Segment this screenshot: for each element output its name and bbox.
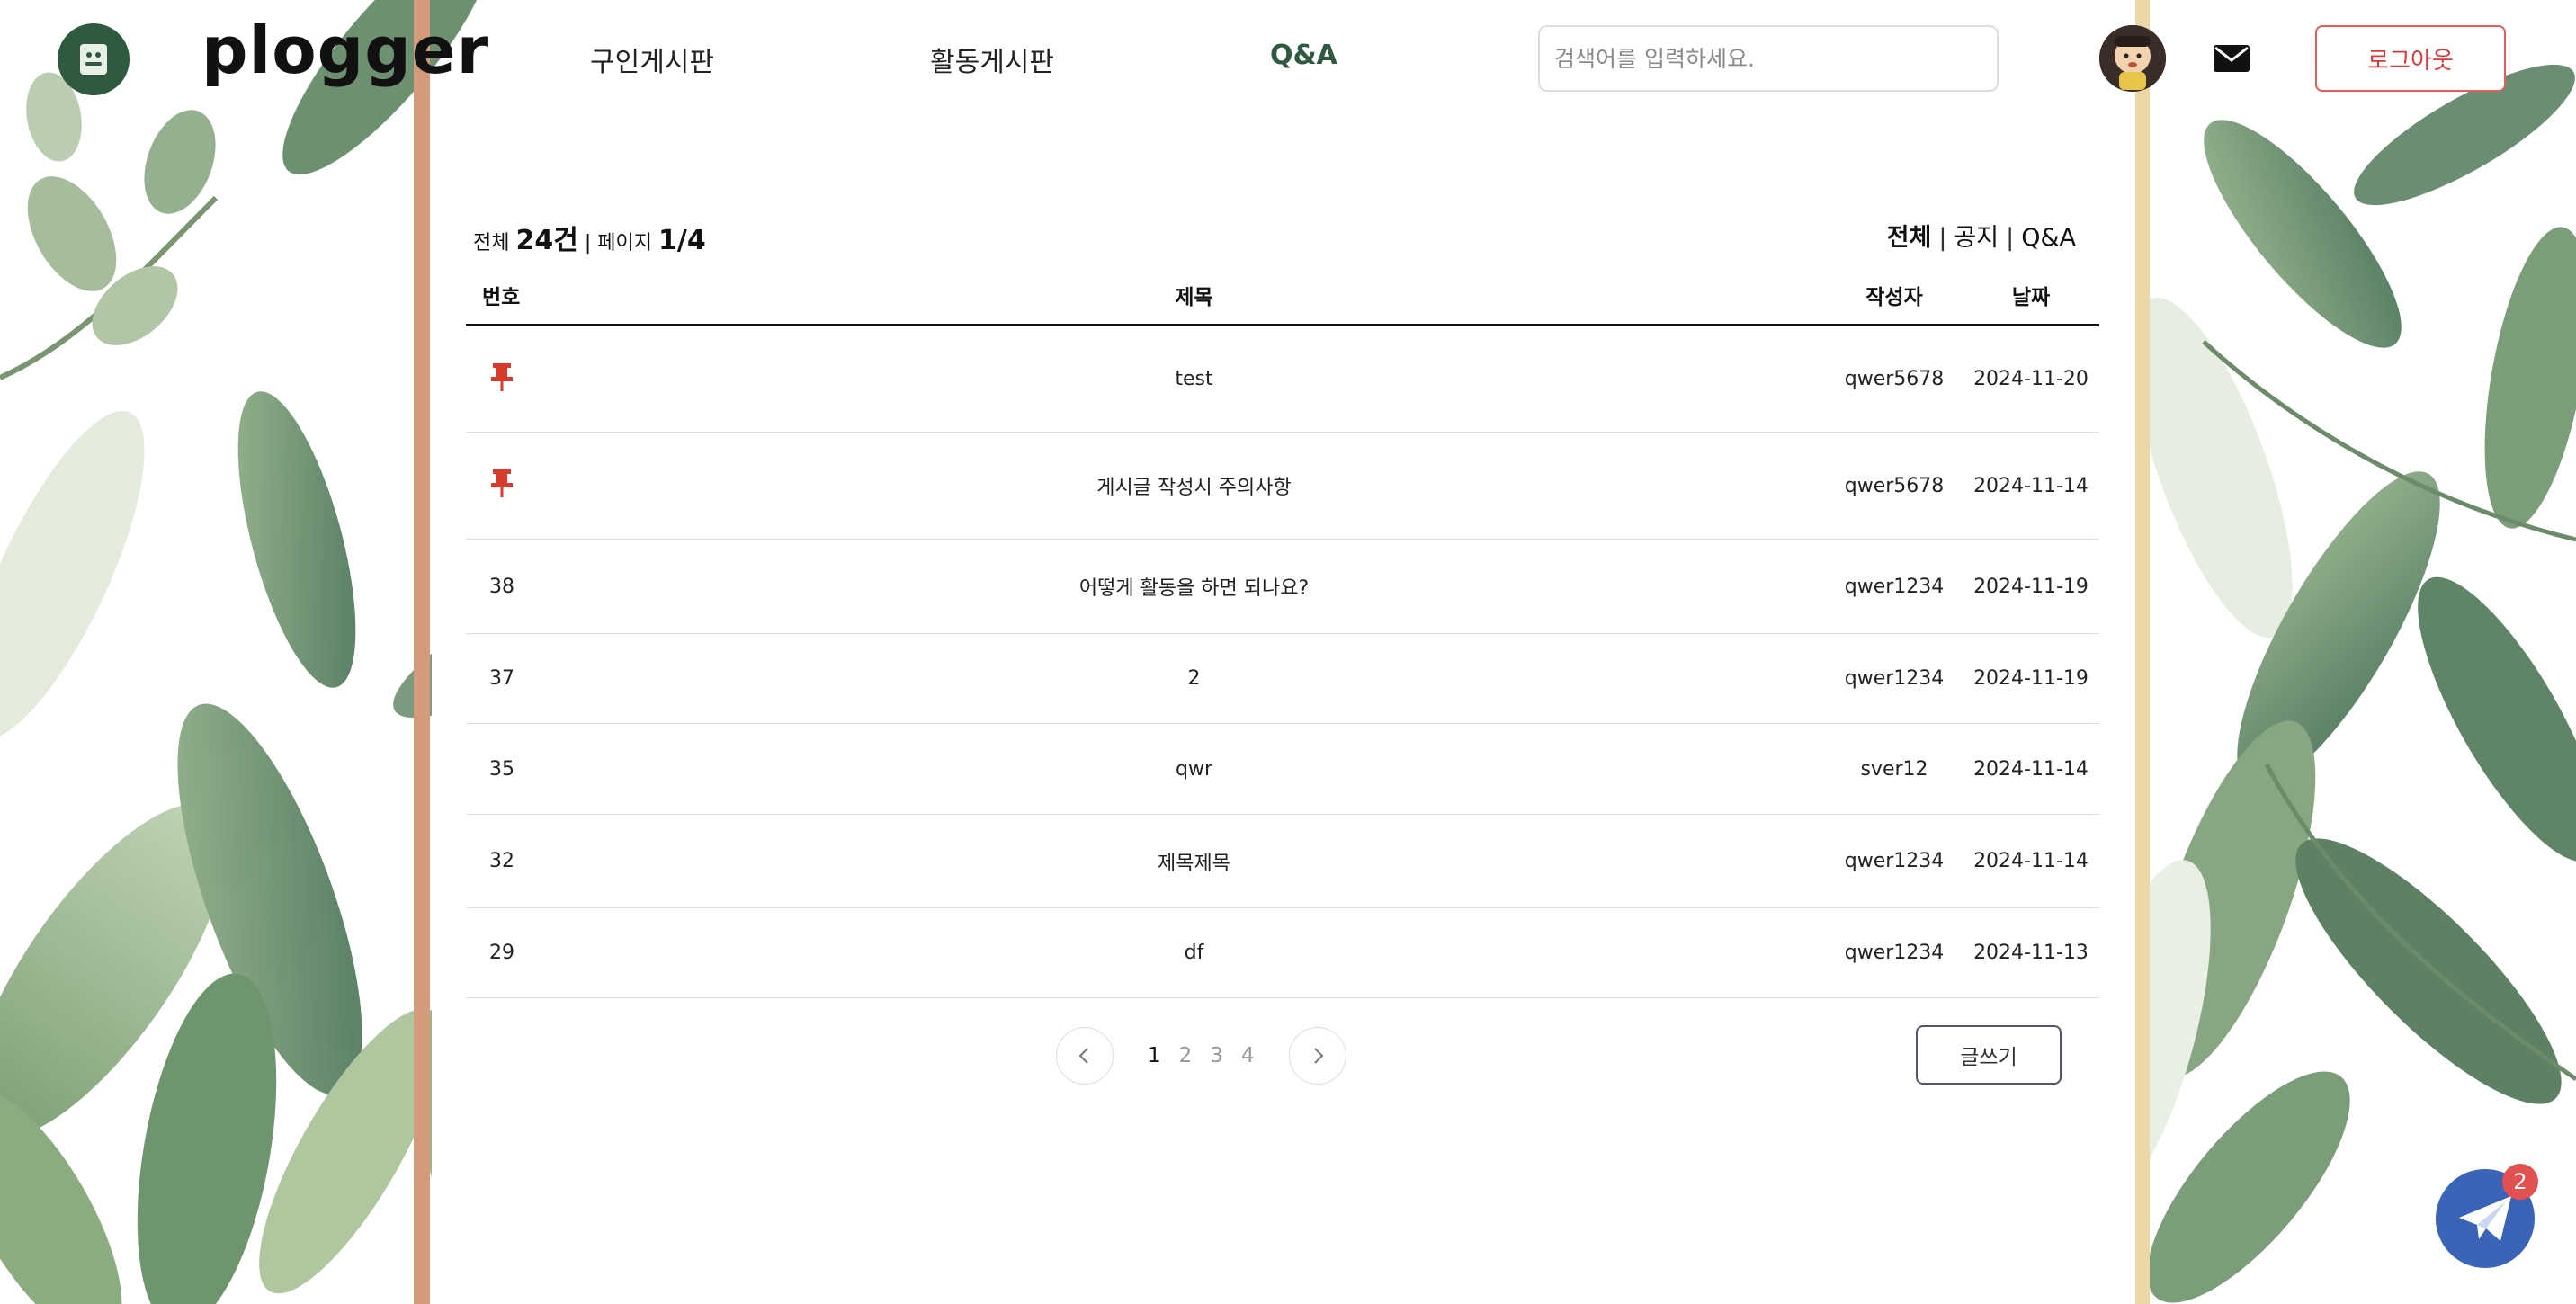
nav-recruit-board[interactable]: 구인게시판: [590, 40, 714, 79]
post-date: 2024-11-14: [1963, 723, 2099, 815]
logo-icon[interactable]: [58, 23, 130, 95]
pinned-cell: [466, 325, 562, 433]
post-title[interactable]: 제목제목: [562, 814, 1826, 908]
write-post-button[interactable]: 글쓰기: [1916, 1025, 2062, 1085]
next-page-button[interactable]: [1288, 1027, 1346, 1085]
filter-notice[interactable]: 공지: [1954, 224, 1999, 252]
post-author: qwer1234: [1826, 907, 1963, 998]
category-filter: 전체 | 공지 | Q&A: [1887, 218, 2076, 253]
post-date: 2024-11-20: [1963, 325, 2099, 433]
header-date: 날짜: [1963, 266, 2099, 326]
post-number: 35: [466, 723, 562, 815]
table-row[interactable]: 37 2 qwer1234 2024-11-19: [466, 633, 2099, 724]
header-title: 제목: [562, 266, 1826, 326]
table-header-row: 번호 제목 작성자 날짜: [466, 266, 2099, 326]
nav-qna[interactable]: Q&A: [1270, 40, 1337, 71]
avatar[interactable]: [2099, 25, 2166, 92]
page-number[interactable]: 2: [1179, 1044, 1193, 1067]
prev-page-button[interactable]: [1056, 1027, 1114, 1085]
filter-separator: |: [1938, 224, 1947, 252]
board-summary: 전체 24건 | 페이지 1/4: [473, 218, 706, 257]
post-date: 2024-11-19: [1963, 539, 2099, 634]
post-number: 37: [466, 633, 562, 724]
notification-badge: 2: [2502, 1164, 2538, 1200]
pin-icon: [491, 362, 513, 391]
post-number: 38: [466, 539, 562, 634]
filter-qna[interactable]: Q&A: [2021, 224, 2076, 252]
total-count: 24건: [515, 225, 578, 256]
post-author: qwer5678: [1826, 432, 1963, 540]
post-title[interactable]: qwr: [562, 723, 1826, 815]
post-title[interactable]: df: [562, 907, 1826, 998]
header-num: 번호: [466, 266, 562, 326]
pinned-cell: [466, 432, 562, 540]
chevron-left-icon: [1078, 1048, 1088, 1064]
table-row[interactable]: test qwer5678 2024-11-20: [466, 325, 2099, 433]
logout-button[interactable]: 로그아웃: [2315, 25, 2506, 92]
post-title[interactable]: 2: [562, 633, 1826, 724]
table-row[interactable]: 게시글 작성시 주의사항 qwer5678 2024-11-14: [466, 432, 2099, 540]
post-table: 번호 제목 작성자 날짜 test qwer5678 2024-11-20 게시…: [466, 266, 2099, 998]
total-label: 전체: [473, 232, 510, 255]
table-row[interactable]: 35 qwr sver12 2024-11-14: [466, 723, 2099, 815]
nav-activity-board[interactable]: 활동게시판: [930, 40, 1054, 79]
header-author: 작성자: [1826, 266, 1963, 326]
pin-icon: [491, 469, 513, 497]
chevron-right-icon: [1313, 1048, 1323, 1064]
post-author: qwer1234: [1826, 814, 1963, 908]
post-author: sver12: [1826, 723, 1963, 815]
chat-fab-button[interactable]: 2: [2436, 1164, 2538, 1268]
mail-icon[interactable]: [2213, 40, 2250, 77]
page-number[interactable]: 4: [1241, 1044, 1255, 1067]
page-label: 페이지: [597, 232, 652, 255]
page-indicator: 1/4: [658, 225, 706, 256]
post-number: 32: [466, 814, 562, 908]
page: plogger 구인게시판 활동게시판 Q&A 로그아웃 전체 24건 |: [0, 0, 2576, 1304]
brand-name[interactable]: plogger: [201, 13, 489, 88]
post-date: 2024-11-14: [1963, 432, 2099, 540]
table-row[interactable]: 38 어떻게 활동을 하면 되나요? qwer1234 2024-11-19: [466, 539, 2099, 634]
search-input[interactable]: [1538, 25, 1999, 92]
table-row[interactable]: 32 제목제목 qwer1234 2024-11-14: [466, 814, 2099, 908]
header: plogger 구인게시판 활동게시판 Q&A 로그아웃: [0, 0, 2576, 117]
post-number: 29: [466, 907, 562, 998]
page-number[interactable]: 1: [1148, 1044, 1161, 1067]
summary-separator: |: [584, 232, 592, 255]
post-date: 2024-11-14: [1963, 814, 2099, 908]
post-title[interactable]: 어떻게 활동을 하면 되나요?: [562, 539, 1826, 634]
table-row[interactable]: 29 df qwer1234 2024-11-13: [466, 907, 2099, 998]
filter-all[interactable]: 전체: [1887, 224, 1932, 252]
post-author: qwer1234: [1826, 633, 1963, 724]
page-number[interactable]: 3: [1210, 1044, 1223, 1067]
post-author: qwer5678: [1826, 325, 1963, 433]
post-title[interactable]: 게시글 작성시 주의사항: [562, 432, 1826, 540]
post-date: 2024-11-13: [1963, 907, 2099, 998]
post-date: 2024-11-19: [1963, 633, 2099, 724]
post-title[interactable]: test: [562, 325, 1826, 433]
filter-separator: |: [2006, 224, 2015, 252]
pagination: 1 2 3 4: [1056, 1027, 1346, 1085]
post-author: qwer1234: [1826, 539, 1963, 634]
